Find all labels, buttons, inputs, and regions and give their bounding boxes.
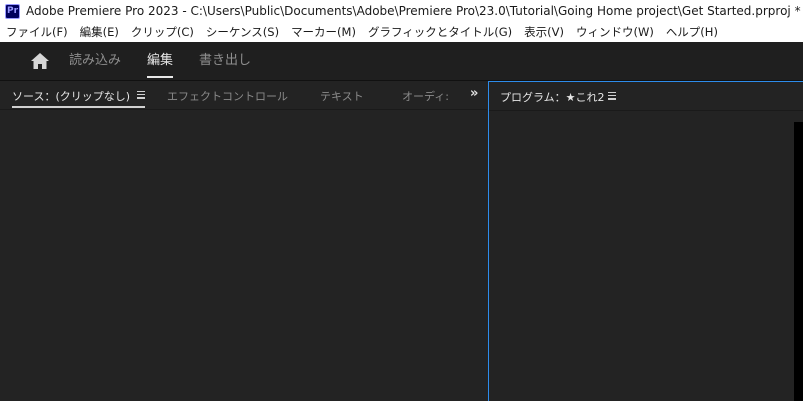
source-tab-underline	[12, 106, 145, 108]
tab-program[interactable]: プログラム：★これ2	[500, 89, 605, 105]
tab-audio[interactable]: オーディ:	[402, 88, 449, 104]
source-panel-tabs: ソース：(クリップなし) エフェクトコントロール テキスト オーディ: »	[0, 81, 487, 110]
double-chevron-right-icon[interactable]: »	[470, 86, 478, 101]
menu-file[interactable]: ファイル(F)	[0, 24, 74, 40]
window-title: Adobe Premiere Pro 2023 - C:\Users\Publi…	[26, 4, 801, 18]
home-icon	[31, 53, 49, 69]
program-panel-menu-icon[interactable]	[608, 92, 616, 100]
workspace-tab-import[interactable]: 読み込み	[69, 42, 121, 80]
menu-view[interactable]: 表示(V)	[518, 24, 570, 40]
source-panel-menu-icon[interactable]	[137, 91, 145, 99]
menu-clip[interactable]: クリップ(C)	[125, 24, 200, 40]
program-monitor-video-area[interactable]	[794, 122, 803, 401]
tab-effect-controls[interactable]: エフェクトコントロール	[167, 88, 288, 104]
menu-sequence[interactable]: シーケンス(S)	[200, 24, 285, 40]
menu-window[interactable]: ウィンドウ(W)	[570, 24, 660, 40]
home-button[interactable]	[29, 50, 51, 72]
workspace-tab-export[interactable]: 書き出し	[199, 42, 251, 80]
program-monitor-panel: プログラム：★これ2	[488, 81, 803, 401]
title-bar: Pr Adobe Premiere Pro 2023 - C:\Users\Pu…	[0, 0, 803, 22]
tab-source[interactable]: ソース：(クリップなし)	[12, 88, 130, 104]
tab-text[interactable]: テキスト	[320, 88, 364, 104]
menu-bar: ファイル(F) 編集(E) クリップ(C) シーケンス(S) マーカー(M) グ…	[0, 22, 803, 42]
menu-marker[interactable]: マーカー(M)	[285, 24, 362, 40]
workspace-tab-edit[interactable]: 編集	[147, 42, 174, 80]
menu-edit[interactable]: 編集(E)	[74, 24, 125, 40]
source-panel: ソース：(クリップなし) エフェクトコントロール テキスト オーディ: »	[0, 81, 487, 401]
menu-graphics-and-titles[interactable]: グラフィックとタイトル(G)	[362, 24, 518, 40]
menu-help[interactable]: ヘルプ(H)	[660, 24, 724, 40]
premiere-pro-app-icon: Pr	[5, 3, 20, 19]
program-panel-tabs: プログラム：★これ2	[489, 82, 803, 111]
workspace-bar: 読み込み 編集 書き出し	[0, 42, 803, 81]
